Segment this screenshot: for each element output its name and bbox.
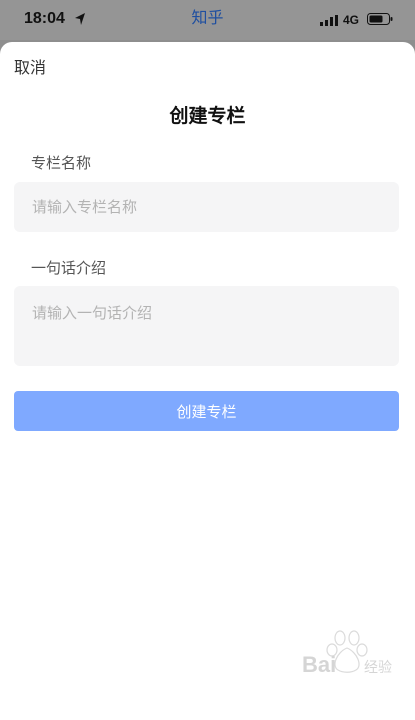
svg-text:经验: 经验	[364, 659, 392, 675]
baidu-watermark-logo: Bai 经验	[302, 630, 392, 677]
battery-icon	[367, 13, 393, 25]
cancel-button[interactable]: 取消	[14, 54, 46, 78]
network-type: 4G	[343, 13, 360, 27]
create-column-button[interactable]: 创建专栏	[14, 391, 399, 431]
intro-label: 一句话介绍	[31, 259, 107, 277]
column-name-label: 专栏名称	[31, 154, 92, 172]
signal-icon	[320, 15, 338, 26]
status-bar: 18:04 知乎 4G	[0, 0, 415, 40]
intro-input[interactable]	[14, 286, 399, 366]
page-title: 创建专栏	[169, 105, 246, 127]
column-name-input[interactable]	[14, 182, 399, 232]
create-column-sheet: 取消 创建专栏 专栏名称 一句话介绍 创建专栏	[0, 42, 415, 720]
svg-text:Bai: Bai	[302, 652, 336, 677]
